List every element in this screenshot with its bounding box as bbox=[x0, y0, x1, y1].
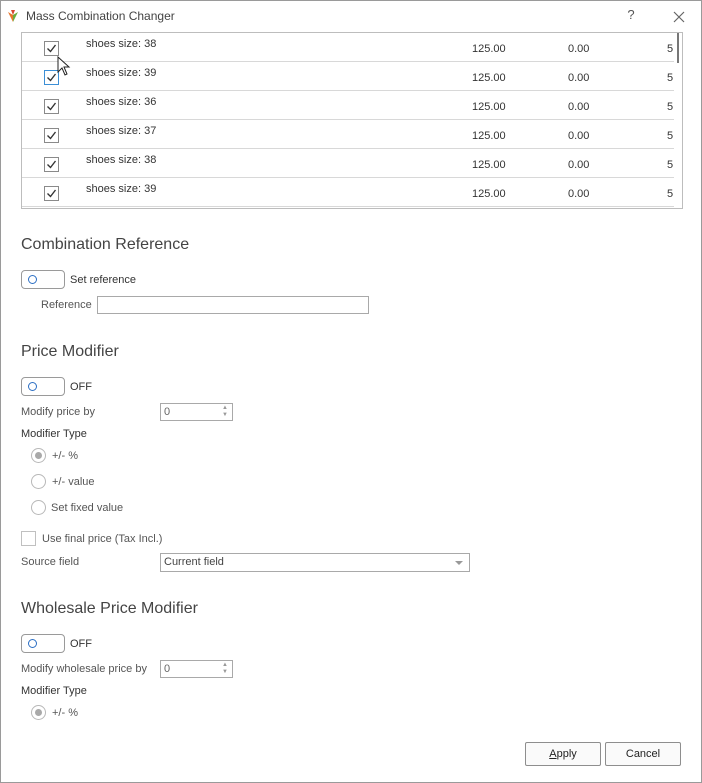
toggle-knob bbox=[28, 639, 37, 648]
combination-price: 125.00 bbox=[472, 159, 506, 171]
source-field-label: Source field bbox=[21, 556, 80, 568]
modify-price-value: 0 bbox=[164, 406, 171, 418]
radio-wholesale-percent[interactable] bbox=[31, 705, 46, 720]
cancel-button[interactable]: Cancel bbox=[605, 742, 681, 766]
combination-impact: 0.00 bbox=[568, 130, 590, 142]
set-reference-label: Set reference bbox=[70, 274, 137, 286]
combination-impact: 0.00 bbox=[568, 72, 590, 84]
reference-label: Reference bbox=[41, 299, 92, 311]
row-checkbox[interactable] bbox=[44, 186, 59, 201]
combination-impact: 0.00 bbox=[568, 43, 590, 55]
radio-price-percent[interactable] bbox=[31, 448, 46, 463]
radio-price-percent-label: +/- % bbox=[52, 450, 78, 462]
table-row[interactable]: shoes size: 36 125.00 0.00 5 bbox=[22, 91, 674, 120]
combination-name: shoes size: 39 bbox=[86, 183, 157, 195]
price-modifier-toggle[interactable] bbox=[21, 377, 65, 396]
chevron-down-icon bbox=[455, 561, 463, 565]
checkmark-icon bbox=[47, 131, 57, 140]
source-field-value: Current field bbox=[164, 556, 224, 568]
combination-qty: 5 bbox=[667, 130, 674, 142]
toggle-knob bbox=[28, 275, 37, 284]
apply-button[interactable]: Apply bbox=[525, 742, 601, 766]
mouse-cursor-icon bbox=[57, 56, 71, 76]
combination-impact: 0.00 bbox=[568, 101, 590, 113]
combination-qty: 5 bbox=[667, 101, 674, 113]
combination-name: shoes size: 36 bbox=[86, 96, 157, 108]
checkmark-icon bbox=[47, 102, 57, 111]
reference-input[interactable] bbox=[97, 296, 369, 314]
apply-label-rest: pply bbox=[556, 748, 577, 760]
combinations-grid: shoes size: 38 125.00 0.00 5 shoes size: 39 1… bbox=[21, 32, 683, 209]
checkmark-icon bbox=[47, 73, 57, 82]
table-row[interactable]: shoes size: 38 125.00 0.00 5 bbox=[22, 149, 674, 178]
radio-wholesale-percent-label: +/- % bbox=[52, 707, 78, 719]
combination-price: 125.00 bbox=[472, 72, 506, 84]
table-row[interactable]: shoes size: 39 125.00 0.00 5 bbox=[22, 178, 674, 207]
scrollbar-thumb[interactable] bbox=[677, 33, 679, 63]
checkmark-icon bbox=[47, 160, 57, 169]
combination-price: 125.00 bbox=[472, 130, 506, 142]
checkmark-icon bbox=[47, 189, 57, 198]
wholesale-modifier-type-label: Modifier Type bbox=[21, 685, 87, 697]
table-row[interactable]: shoes size: 38 125.00 0.00 5 bbox=[22, 33, 674, 62]
stepper-arrows-icon[interactable]: ▲ ▼ bbox=[221, 662, 229, 676]
radio-price-value[interactable] bbox=[31, 474, 46, 489]
combination-qty: 5 bbox=[667, 188, 674, 200]
row-checkbox[interactable] bbox=[44, 157, 59, 172]
row-checkbox[interactable] bbox=[44, 128, 59, 143]
combination-name: shoes size: 39 bbox=[86, 67, 157, 79]
combination-qty: 5 bbox=[667, 159, 674, 171]
modify-wholesale-stepper[interactable]: 0 ▲ ▼ bbox=[160, 660, 233, 678]
combination-impact: 0.00 bbox=[568, 188, 590, 200]
use-final-price-checkbox[interactable] bbox=[21, 531, 36, 546]
modify-wholesale-value: 0 bbox=[164, 663, 171, 675]
combination-price: 125.00 bbox=[472, 101, 506, 113]
radio-price-fixed-label: Set fixed value bbox=[51, 502, 124, 514]
modify-wholesale-label: Modify wholesale price by bbox=[21, 663, 147, 675]
wholesale-toggle-label: OFF bbox=[70, 638, 92, 650]
dialog-window: Mass Combination Changer ? shoes size: 3… bbox=[0, 0, 702, 783]
checkmark-icon bbox=[47, 44, 57, 53]
combination-price: 125.00 bbox=[472, 188, 506, 200]
price-modifier-type-label: Modifier Type bbox=[21, 428, 87, 440]
radio-price-fixed[interactable] bbox=[31, 500, 46, 515]
combination-name: shoes size: 38 bbox=[86, 38, 157, 50]
reference-section-title: Combination Reference bbox=[21, 236, 190, 253]
use-final-price-label: Use final price (Tax Incl.) bbox=[42, 533, 163, 545]
combination-name: shoes size: 38 bbox=[86, 154, 157, 166]
combination-name: shoes size: 37 bbox=[86, 125, 157, 137]
price-section-title: Price Modifier bbox=[21, 343, 119, 360]
stepper-arrows-icon[interactable]: ▲ ▼ bbox=[221, 405, 229, 419]
app-logo-icon bbox=[8, 10, 18, 22]
modify-price-stepper[interactable]: 0 ▲ ▼ bbox=[160, 403, 233, 421]
grid-scrollbar[interactable] bbox=[674, 33, 682, 208]
apply-hotkey: A bbox=[549, 748, 557, 760]
table-row[interactable]: shoes size: 39 125.00 0.00 5 bbox=[22, 62, 674, 91]
combination-qty: 5 bbox=[667, 72, 674, 84]
row-checkbox[interactable] bbox=[44, 41, 59, 56]
title-bar: Mass Combination Changer ? bbox=[1, 1, 701, 32]
combination-qty: 5 bbox=[667, 43, 674, 55]
modify-price-label: Modify price by bbox=[21, 406, 95, 418]
combination-price: 125.00 bbox=[472, 43, 506, 55]
radio-price-value-label: +/- value bbox=[52, 476, 95, 488]
toggle-knob bbox=[28, 382, 37, 391]
row-checkbox[interactable] bbox=[44, 99, 59, 114]
window-title: Mass Combination Changer bbox=[26, 9, 175, 23]
help-button[interactable]: ? bbox=[623, 7, 639, 25]
table-row[interactable]: shoes size: 37 125.00 0.00 5 bbox=[22, 120, 674, 149]
combination-impact: 0.00 bbox=[568, 159, 590, 171]
wholesale-modifier-toggle[interactable] bbox=[21, 634, 65, 653]
price-toggle-label: OFF bbox=[70, 381, 92, 393]
set-reference-toggle[interactable] bbox=[21, 270, 65, 289]
close-icon[interactable] bbox=[669, 7, 689, 27]
wholesale-section-title: Wholesale Price Modifier bbox=[21, 600, 198, 617]
source-field-select[interactable]: Current field bbox=[160, 553, 470, 572]
